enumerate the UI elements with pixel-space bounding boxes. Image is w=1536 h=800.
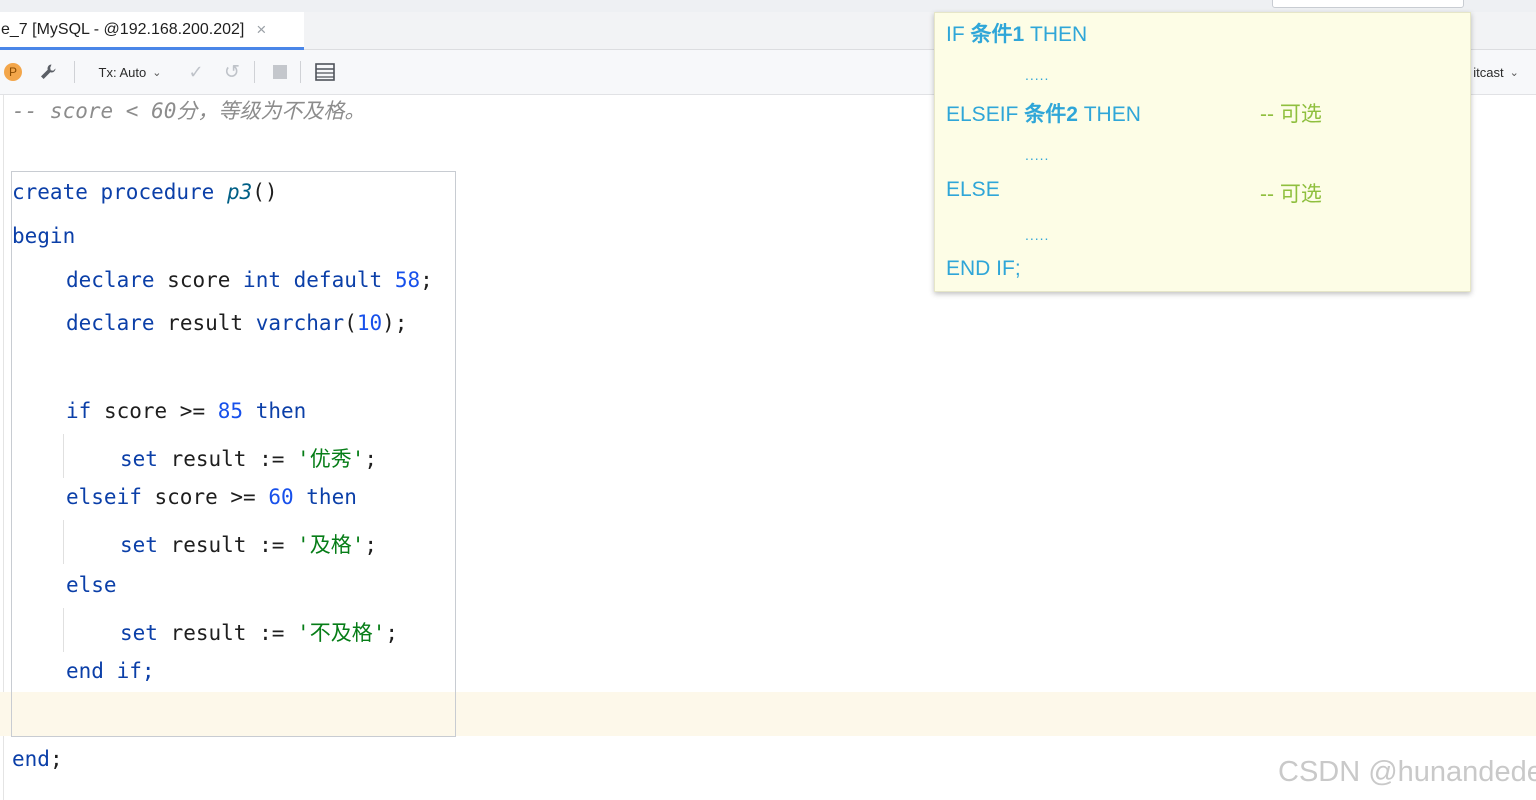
code-line[interactable]: set result := '优秀';: [120, 443, 377, 473]
code-comment: -- score < 60分，等级为不及格。: [12, 99, 366, 123]
popup-optional-note: -- 可选: [1260, 183, 1322, 206]
code-line[interactable]: elseif score >= 60 then: [66, 485, 357, 509]
tab-title: e_7 [MySQL - @192.168.200.202]: [1, 20, 245, 38]
punctuation: ;: [364, 533, 377, 557]
punctuation: ;: [49, 747, 63, 771]
profile-badge: P: [4, 63, 22, 81]
keyword: declare: [66, 268, 155, 292]
popup-keyword: THEN: [1077, 103, 1141, 126]
keyword: varchar: [255, 311, 345, 335]
string-literal: '优秀': [297, 447, 365, 471]
code-line[interactable]: else: [66, 573, 117, 597]
number-literal: 10: [356, 311, 383, 335]
toolbar-divider: [74, 61, 75, 83]
popup-line: ELSE: [946, 178, 1000, 201]
keyword: else: [66, 573, 117, 597]
watermark: CSDN @hunandede: [1278, 756, 1536, 788]
search-box-fragment[interactable]: [1272, 0, 1464, 8]
popup-ellipsis: .....: [1025, 147, 1050, 163]
punctuation: );: [382, 311, 408, 335]
identifier: score: [167, 268, 231, 292]
expression: score >=: [154, 485, 256, 509]
keyword: then: [255, 399, 307, 423]
indent-guide: [63, 520, 64, 564]
expression: result :=: [170, 621, 285, 645]
keyword: if;: [116, 659, 155, 683]
code-line[interactable]: set result := '及格';: [120, 529, 377, 559]
chevron-down-icon: ⌄: [152, 66, 162, 79]
punctuation: ;: [420, 268, 433, 292]
keyword: default: [293, 268, 383, 292]
syntax-reference-popup: IF 条件1 THEN ..... ELSEIF 条件2 THEN -- 可选 …: [934, 12, 1471, 292]
identifier: result: [167, 311, 244, 335]
toolbar-divider: [300, 61, 301, 83]
code-line[interactable]: declare result varchar(10);: [66, 311, 407, 335]
keyword: end: [12, 747, 50, 771]
indent-guide: [63, 608, 64, 652]
popup-condition: 条件1: [970, 23, 1025, 46]
popup-optional-note: -- 可选: [1260, 103, 1322, 126]
procedure-name: p3: [226, 180, 253, 204]
keyword: create: [12, 180, 88, 204]
keyword: end: [66, 659, 104, 683]
code-line[interactable]: end if;: [66, 659, 155, 683]
tab-console[interactable]: e_7 [MySQL - @192.168.200.202] ×: [0, 12, 304, 50]
table-view-icon[interactable]: [312, 50, 338, 94]
keyword: elseif: [66, 485, 142, 509]
punctuation: (: [344, 311, 357, 335]
code-line[interactable]: create procedure p3(): [12, 180, 278, 204]
transaction-mode-dropdown[interactable]: Tx: Auto ⌄: [90, 50, 170, 94]
keyword: set: [120, 447, 158, 471]
popup-keyword: ELSEIF: [946, 103, 1025, 126]
number-literal: 85: [217, 399, 244, 423]
code-line[interactable]: set result := '不及格';: [120, 617, 398, 647]
keyword: then: [306, 485, 357, 509]
expression: score >=: [103, 399, 206, 423]
popup-ellipsis: .....: [1025, 67, 1050, 83]
wrench-icon[interactable]: [34, 50, 62, 94]
commit-icon[interactable]: ✓: [184, 50, 208, 94]
code-line[interactable]: if score >= 85 then: [66, 399, 306, 423]
keyword: declare: [66, 311, 155, 335]
string-literal: '不及格': [297, 621, 386, 645]
keyword: int: [243, 268, 281, 292]
popup-keyword: IF: [946, 23, 971, 46]
profile-icon[interactable]: P: [3, 50, 23, 94]
rollback-icon[interactable]: ↺: [220, 50, 244, 94]
keyword: set: [120, 533, 158, 557]
number-literal: 60: [268, 485, 294, 509]
popup-line: IF 条件1 THEN: [946, 18, 1087, 48]
string-literal: '及格': [297, 533, 365, 557]
keyword: if: [66, 399, 92, 423]
popup-keyword: THEN: [1024, 23, 1088, 46]
popup-ellipsis: .....: [1025, 227, 1050, 243]
popup-condition: 条件2: [1024, 103, 1078, 126]
number-literal: 58: [394, 268, 421, 292]
tx-mode-label: Tx: Auto: [98, 64, 147, 80]
stop-icon[interactable]: [268, 50, 292, 94]
keyword: procedure: [100, 180, 215, 204]
code-line[interactable]: begin: [12, 224, 75, 248]
schema-label: itcast: [1473, 64, 1504, 80]
popup-line: ELSEIF 条件2 THEN: [946, 98, 1141, 128]
schema-dropdown[interactable]: itcast ⌄: [1466, 50, 1526, 94]
punctuation: ;: [385, 621, 398, 645]
keyword: set: [120, 621, 158, 645]
expression: result :=: [170, 447, 285, 471]
punctuation: (): [252, 180, 278, 204]
keyword: begin: [12, 224, 76, 248]
indent-guide: [63, 434, 64, 478]
toolbar-divider: [254, 61, 255, 83]
code-line[interactable]: declare score int default 58;: [66, 268, 433, 292]
chevron-down-icon: ⌄: [1509, 66, 1519, 79]
punctuation: ;: [364, 447, 377, 471]
code-line[interactable]: end;: [12, 747, 63, 771]
close-icon[interactable]: ×: [256, 20, 266, 40]
popup-line: END IF;: [946, 257, 1021, 280]
expression: result :=: [170, 533, 285, 557]
